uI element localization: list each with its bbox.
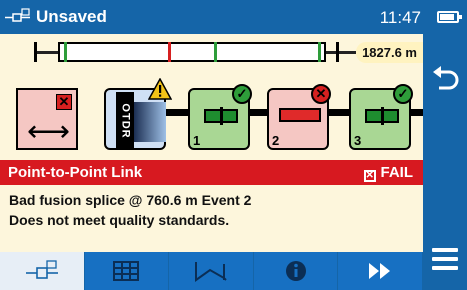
splice-icon <box>365 107 399 125</box>
event-3[interactable]: ✓ 3 <box>349 84 413 150</box>
total-length: 1827.6 m <box>356 42 423 63</box>
launch-cable-icon[interactable]: ✕ ⟷ <box>16 88 78 150</box>
result-banner: Point-to-Point Link ✕ FAIL <box>0 160 423 185</box>
back-icon[interactable] <box>429 64 461 94</box>
pass-check-icon: ✓ <box>393 84 413 104</box>
pass-check-icon: ✓ <box>232 84 252 104</box>
otdr-label: OTDR <box>119 103 132 139</box>
overview-event-marker <box>214 42 217 62</box>
table-icon <box>113 261 140 281</box>
side-nav <box>423 34 467 290</box>
clock: 11:47 <box>379 8 421 27</box>
tab-info[interactable] <box>253 252 338 290</box>
message-line-2: Does not meet quality standards. <box>9 212 230 228</box>
tab-link-map[interactable] <box>0 252 84 290</box>
fast-forward-icon <box>369 263 391 279</box>
tab-table[interactable] <box>84 252 169 290</box>
battery-icon <box>437 11 462 23</box>
event-number: 2 <box>272 133 280 148</box>
overview-event-marker <box>318 42 321 62</box>
link-mapper-icon <box>4 8 32 26</box>
overview-event-marker <box>64 42 67 62</box>
result-status: ✕ FAIL <box>363 164 414 182</box>
main-panel: 1827.6 m ✕ ⟷ OTDR ✓ 1 ✕ 2 ✓ 3 Point-to-P… <box>0 34 423 252</box>
event-1[interactable]: ✓ 1 <box>188 84 252 150</box>
event-number: 1 <box>193 133 201 148</box>
splice-icon <box>279 108 321 122</box>
overview-event-marker <box>168 42 171 62</box>
result-label: FAIL <box>380 164 414 181</box>
fail-x-icon: ✕ <box>311 84 331 104</box>
status-bar: Unsaved 11:47 <box>0 0 467 34</box>
event-number: 3 <box>354 133 362 148</box>
file-status-title: Unsaved <box>36 7 107 26</box>
info-icon <box>285 261 306 281</box>
message-line-1: Bad fusion splice @ 760.6 m Event 2 <box>9 192 252 208</box>
event-2[interactable]: ✕ 2 <box>267 84 331 150</box>
warning-icon <box>147 77 173 100</box>
tab-next[interactable] <box>338 252 422 290</box>
link-overview: 1827.6 m <box>10 42 423 64</box>
overview-start-marker <box>34 42 37 62</box>
overview-end-marker <box>336 42 339 62</box>
banner-title: Point-to-Point Link <box>8 164 143 181</box>
tab-trace[interactable] <box>169 252 253 290</box>
fail-x-icon: ✕ <box>363 170 376 182</box>
overview-zoom-window[interactable] <box>58 42 326 62</box>
fail-x-icon: ✕ <box>56 94 72 110</box>
menu-icon[interactable] <box>432 248 458 275</box>
link-map: ✕ ⟷ OTDR ✓ 1 ✕ 2 ✓ 3 <box>0 77 423 150</box>
tab-bar <box>0 252 423 290</box>
splice-icon <box>204 107 238 125</box>
link-map-icon <box>25 260 58 279</box>
double-arrow-icon: ⟷ <box>27 115 71 148</box>
trace-icon <box>194 262 227 282</box>
diagnosis-message: Bad fusion splice @ 760.6 m Event 2 Does… <box>9 190 251 230</box>
